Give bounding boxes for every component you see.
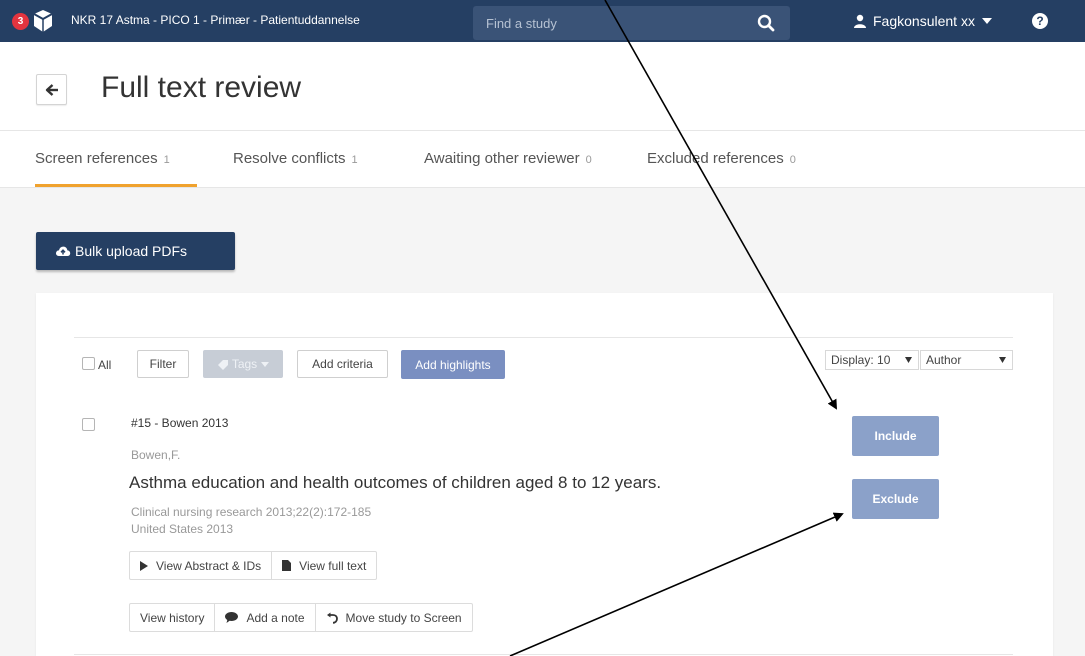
reference-country-year: United States 2013: [131, 522, 234, 536]
comment-icon: [225, 612, 239, 623]
tab-count: 0: [789, 154, 796, 166]
cloud-upload-icon: [55, 246, 71, 256]
move-study-label: Move study to Screen: [345, 610, 462, 625]
notification-badge[interactable]: 3: [12, 13, 29, 30]
display-count-select[interactable]: Display: 10: [825, 350, 919, 370]
page-title: Full text review: [101, 71, 302, 104]
tab-count: 1: [163, 154, 170, 166]
back-button[interactable]: [36, 74, 67, 105]
tab-excluded-references[interactable]: Excluded references 0: [647, 150, 796, 167]
select-all-checkbox[interactable]: [82, 357, 95, 370]
reference-author: Bowen,F.: [131, 448, 181, 462]
include-button[interactable]: Include: [852, 416, 939, 456]
view-history-label: View history: [140, 610, 205, 625]
search-icon[interactable]: [757, 14, 775, 32]
tab-awaiting-other-reviewer[interactable]: Awaiting other reviewer 0: [424, 150, 592, 167]
tags-button[interactable]: Tags: [203, 350, 283, 378]
view-abstract-button[interactable]: View Abstract & IDs: [130, 552, 273, 579]
tab-screen-references[interactable]: Screen references 1: [35, 150, 170, 167]
view-full-text-label: View full text: [299, 558, 367, 573]
tab-label: Excluded references: [647, 150, 784, 167]
reference-title: Asthma education and health outcomes of …: [129, 473, 662, 492]
arrow-left-icon: [45, 84, 58, 96]
bulk-upload-button[interactable]: Bulk upload PDFs: [36, 232, 235, 270]
app-window: 3 NKR 17 Astma - PICO 1 - Primær - Patie…: [0, 0, 1085, 656]
display-count-value: Display: 10: [831, 353, 891, 367]
document-icon: [282, 560, 292, 571]
view-full-text-button[interactable]: View full text: [272, 552, 376, 579]
tab-label: Screen references: [35, 150, 158, 167]
reference-checkbox[interactable]: [82, 418, 95, 431]
undo-icon: [326, 612, 338, 624]
caret-down-icon: [905, 357, 912, 363]
view-history-button[interactable]: View history: [130, 604, 216, 631]
card-divider-bottom: [74, 654, 1013, 655]
user-menu[interactable]: Fagkonsulent xx: [853, 11, 992, 31]
reference-journal: Clinical nursing research 2013;22(2):172…: [131, 505, 372, 519]
tab-label: Resolve conflicts: [233, 150, 346, 167]
add-highlights-button[interactable]: Add highlights: [401, 350, 505, 379]
tab-count: 1: [351, 154, 358, 166]
exclude-button[interactable]: Exclude: [852, 479, 939, 519]
help-icon[interactable]: ?: [1032, 13, 1048, 29]
user-name: Fagkonsulent xx: [873, 13, 975, 29]
covidence-logo-icon[interactable]: [32, 8, 54, 34]
move-study-button[interactable]: Move study to Screen: [316, 604, 472, 631]
tab-label: Awaiting other reviewer: [424, 150, 580, 167]
bulk-upload-label: Bulk upload PDFs: [75, 243, 188, 259]
caret-down-icon: [981, 17, 992, 24]
user-icon: [854, 14, 866, 28]
add-note-label: Add a note: [246, 610, 305, 625]
reference-view-actions: View Abstract & IDs View full text: [129, 551, 378, 580]
select-all-label: All: [98, 358, 112, 372]
caret-down-icon: [261, 361, 270, 367]
filter-button[interactable]: Filter: [137, 350, 189, 378]
add-criteria-button[interactable]: Add criteria: [297, 350, 388, 378]
caret-down-icon: [999, 357, 1006, 363]
reference-id: #15 - Bowen 2013: [131, 416, 229, 430]
add-note-button[interactable]: Add a note: [215, 604, 316, 631]
project-title[interactable]: NKR 17 Astma - PICO 1 - Primær - Patient…: [71, 13, 360, 27]
tag-icon: [217, 359, 228, 370]
tab-resolve-conflicts[interactable]: Resolve conflicts 1: [233, 150, 358, 167]
review-tabs: Screen references 1 Resolve conflicts 1 Aw…: [0, 131, 1085, 187]
search-input[interactable]: [473, 6, 753, 40]
view-abstract-label: View Abstract & IDs: [156, 558, 262, 573]
top-navigation-bar: 3 NKR 17 Astma - PICO 1 - Primær - Patie…: [0, 0, 1085, 42]
card-divider: [74, 337, 1013, 338]
play-icon: [140, 560, 148, 571]
reference-study-actions: View history Add a note Move study to Sc…: [129, 603, 473, 632]
tags-label: Tags: [231, 357, 258, 371]
sort-by-value: Author: [926, 353, 962, 367]
search-box: [473, 6, 790, 40]
tab-count: 0: [585, 154, 592, 166]
sort-by-select[interactable]: Author: [920, 350, 1013, 370]
